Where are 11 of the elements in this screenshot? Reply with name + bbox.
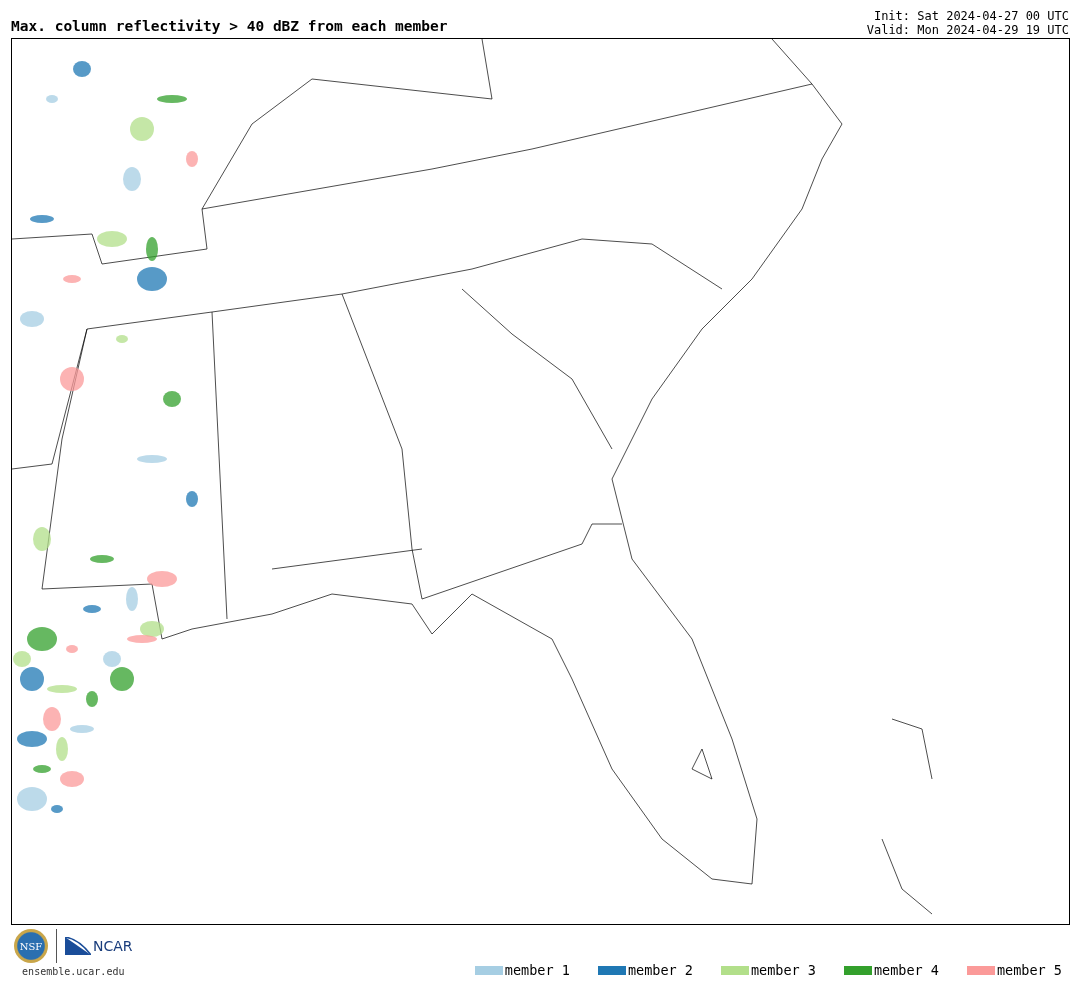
legend-label: member 5: [996, 962, 1062, 978]
init-time: Init: Sat 2024-04-27 00 UTC: [873, 9, 1069, 23]
legend-label: member 1: [504, 962, 570, 978]
chart-title: Max. column reflectivity > 40 dBZ from each member: [11, 18, 448, 36]
website-url: ensemble.ucar.edu: [22, 966, 125, 977]
legend-label: member 4: [873, 962, 939, 978]
valid-time: Valid: Mon 2024-04-29 19 UTC: [866, 23, 1069, 37]
legend-label: member 3: [750, 962, 816, 978]
nsf-logo: NSF: [14, 929, 48, 963]
legend-label: member 2: [627, 962, 693, 978]
ncar-logo: NCAR: [65, 937, 133, 955]
